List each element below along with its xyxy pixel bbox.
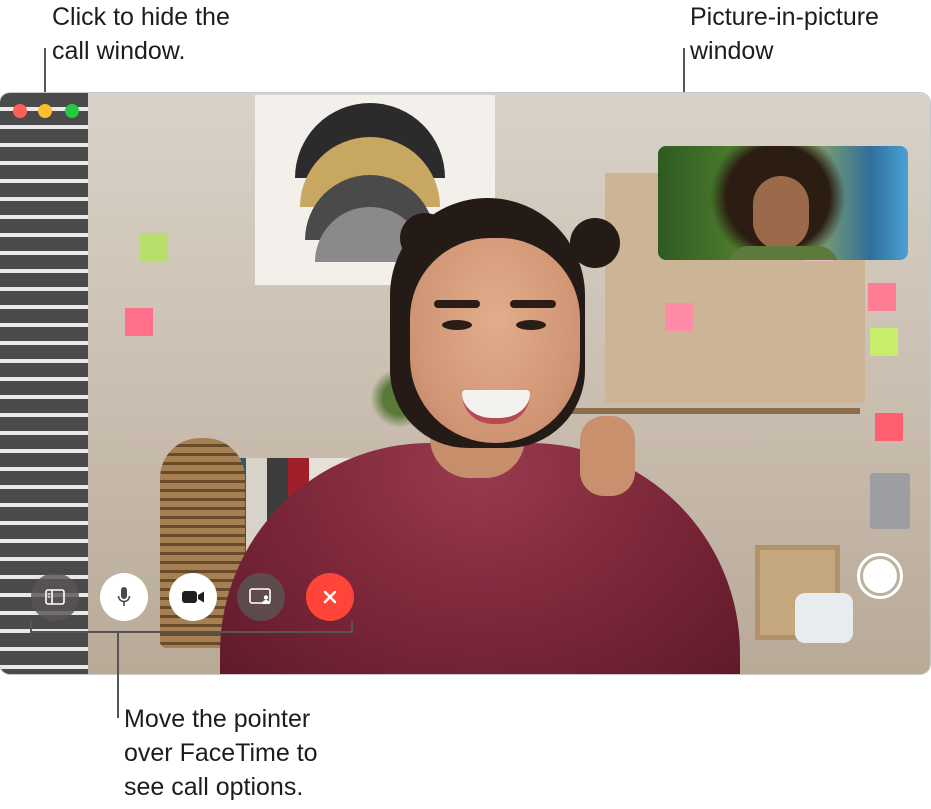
shutter-icon [863, 559, 897, 593]
sticky-note [140, 233, 168, 261]
callout-bracket-tick [351, 621, 353, 633]
callout-line: Picture-in-picture [690, 3, 879, 31]
camera-button[interactable] [169, 573, 217, 621]
callout-line: window [690, 37, 774, 65]
picture-in-picture-window[interactable] [658, 146, 908, 260]
callout-hide-call-window: Click to hide the call window. [52, 0, 230, 68]
callout-call-options: Move the pointer over FaceTime to see ca… [124, 702, 318, 804]
mute-button[interactable] [100, 573, 148, 621]
callout-leader-line [44, 48, 46, 98]
sticky-note [870, 328, 898, 356]
callout-leader-line [117, 633, 119, 718]
end-call-button[interactable] [306, 573, 354, 621]
callout-bracket-tick [30, 621, 32, 633]
callout-line: call window. [52, 37, 186, 65]
microphone-icon [117, 587, 131, 606]
callout-line: Click to hide the [52, 3, 230, 31]
callout-line: Move the pointer [124, 705, 311, 733]
window-close-button[interactable] [13, 104, 27, 118]
callout-pip-window: Picture-in-picture window [690, 0, 879, 68]
jar [795, 593, 853, 643]
close-icon [323, 590, 337, 604]
live-photo-shutter-button[interactable] [857, 553, 903, 599]
screen-share-icon [249, 588, 271, 604]
share-screen-button[interactable] [237, 573, 285, 621]
sticky-note [125, 308, 153, 336]
video-camera-icon [182, 591, 204, 603]
pencil-cup [870, 473, 910, 529]
sidebar-icon [45, 589, 65, 605]
callout-line: over FaceTime to [124, 739, 318, 767]
callout-bracket [30, 631, 353, 633]
window-minimize-button[interactable] [38, 104, 52, 118]
caller-video [220, 198, 740, 674]
window-fullscreen-button[interactable] [65, 104, 79, 118]
sidebar-button[interactable] [31, 573, 79, 621]
sticky-note [868, 283, 896, 311]
callout-line: see call options. [124, 773, 304, 801]
facetime-call-window[interactable] [0, 93, 930, 674]
sticky-note [875, 413, 903, 441]
